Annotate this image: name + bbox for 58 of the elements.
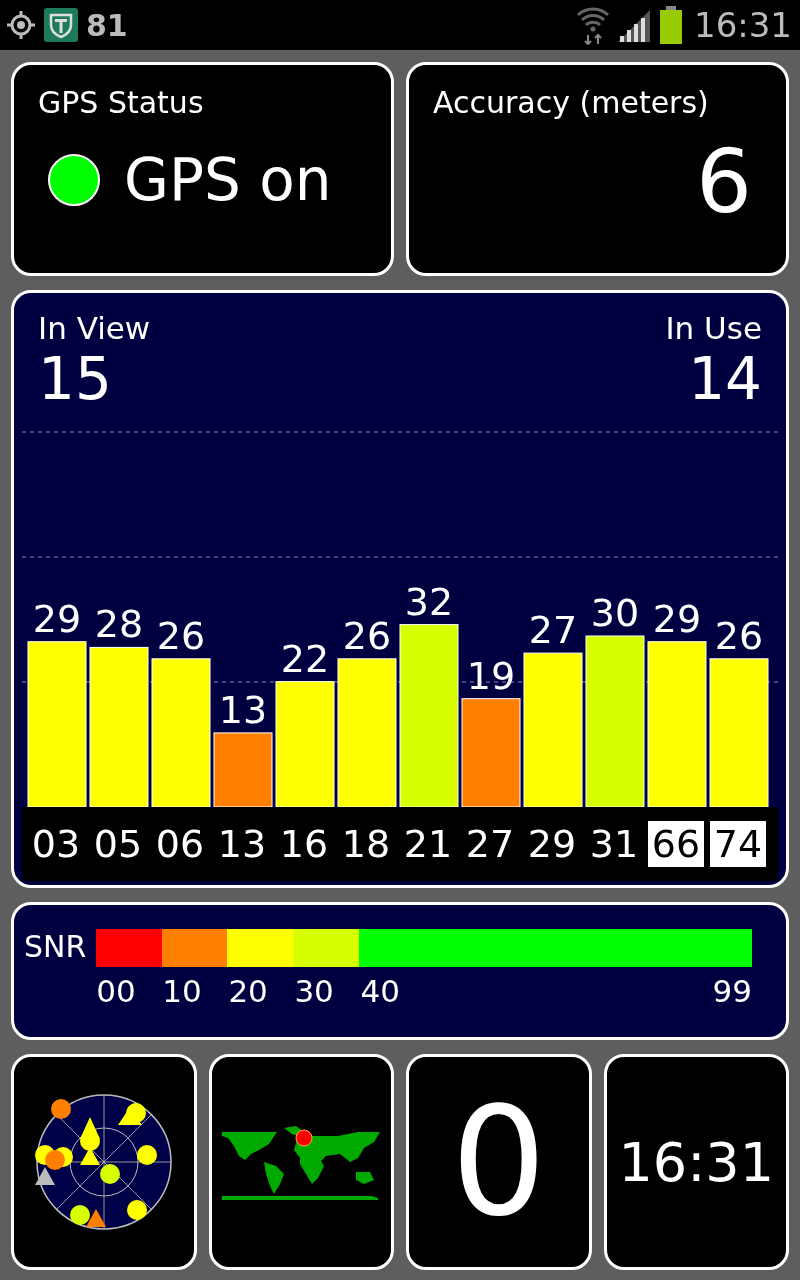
satellite-marker bbox=[69, 1205, 90, 1225]
scale-label: 00 bbox=[96, 973, 136, 1009]
satellite-id: 27 bbox=[464, 821, 516, 867]
battery-icon bbox=[660, 6, 682, 44]
satellite-marker bbox=[125, 1103, 146, 1123]
satellite-id: 74 bbox=[710, 821, 766, 867]
card-title: Accuracy (meters) bbox=[433, 85, 709, 120]
satellite-id: 16 bbox=[278, 821, 330, 867]
bar-value: 26 bbox=[156, 613, 206, 658]
in-use-count: 14 bbox=[688, 347, 762, 411]
satellite-id: 31 bbox=[588, 821, 640, 867]
scale-label: 10 bbox=[162, 973, 202, 1009]
satellite-id: 03 bbox=[30, 821, 82, 867]
bar-value: 26 bbox=[342, 613, 392, 658]
accuracy-value: 6 bbox=[696, 138, 752, 226]
satellite-id: 66 bbox=[648, 821, 704, 867]
bar-value: 29 bbox=[652, 596, 702, 641]
bar-value: 30 bbox=[590, 591, 640, 635]
in-use-label: In Use bbox=[665, 309, 762, 347]
satellite-id: 06 bbox=[154, 821, 206, 867]
notification-count: 81 bbox=[86, 7, 128, 43]
bar-value: 13 bbox=[218, 687, 268, 732]
snr-label: SNR bbox=[24, 928, 87, 966]
card-title: GPS Status bbox=[38, 85, 204, 120]
satellite-id: 05 bbox=[92, 821, 144, 867]
in-view-label: In View bbox=[38, 309, 151, 347]
satellite-id: 18 bbox=[340, 821, 392, 867]
shield-app-icon bbox=[44, 8, 78, 42]
satellite-id: 13 bbox=[216, 821, 268, 867]
satellite-marker bbox=[85, 1209, 106, 1227]
bar-value: 19 bbox=[466, 653, 516, 698]
status-time: 16:31 bbox=[694, 5, 792, 45]
clock-time: 16:31 bbox=[618, 1130, 775, 1194]
satellite-marker bbox=[136, 1145, 157, 1165]
satellite-marker bbox=[126, 1200, 147, 1220]
in-view-count: 15 bbox=[38, 347, 112, 411]
satellite-marker bbox=[79, 1147, 100, 1165]
gps-icon bbox=[6, 10, 36, 40]
bar-value: 32 bbox=[404, 579, 454, 624]
scale-label: 30 bbox=[294, 973, 334, 1009]
gps-state: GPS on bbox=[124, 146, 332, 214]
satellite-marker bbox=[99, 1164, 120, 1184]
bar-value: 28 bbox=[94, 602, 144, 647]
satellite-marker bbox=[79, 1131, 100, 1151]
bar-value: 26 bbox=[714, 613, 764, 658]
signal-icon bbox=[618, 8, 652, 42]
satellite-id: 21 bbox=[402, 821, 454, 867]
count-value: 0 bbox=[451, 1087, 547, 1237]
bar-value: 29 bbox=[32, 596, 82, 641]
scale-label: 40 bbox=[360, 973, 400, 1009]
bar-value: 27 bbox=[528, 608, 578, 653]
satellite-id: 29 bbox=[526, 821, 578, 867]
wifi-icon bbox=[576, 5, 610, 45]
scale-label: 20 bbox=[228, 973, 268, 1009]
satellite-marker bbox=[44, 1150, 65, 1170]
scale-label: 99 bbox=[712, 973, 752, 1009]
bar-value: 22 bbox=[280, 636, 330, 681]
satellite-marker bbox=[50, 1099, 71, 1119]
